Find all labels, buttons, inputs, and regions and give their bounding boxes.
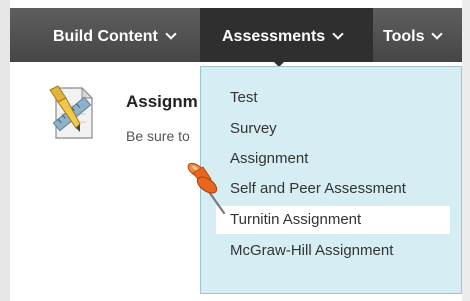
chevron-down-icon xyxy=(165,28,177,40)
tools-label: Tools xyxy=(383,28,425,45)
assignment-ruler-icon xyxy=(49,85,94,139)
chevron-down-icon xyxy=(332,28,344,40)
page-right-edge xyxy=(462,0,470,301)
menu-item-test[interactable]: Test xyxy=(216,84,450,112)
chevron-down-icon xyxy=(431,28,444,40)
build-content-menu-button[interactable]: Build Content xyxy=(53,8,177,62)
menu-item-turnitin-assignment[interactable]: Turnitin Assignment xyxy=(216,206,450,234)
content-item-description: Be sure to xyxy=(126,128,190,144)
content-toolbar: Build Content Assessments Tools xyxy=(10,8,462,62)
content-item-title[interactable]: Assignm xyxy=(126,92,198,112)
menu-item-assignment[interactable]: Assignment xyxy=(216,145,450,173)
menu-item-self-and-peer-assessment[interactable]: Self and Peer Assessment xyxy=(216,175,450,203)
menu-item-survey[interactable]: Survey xyxy=(216,115,450,143)
tools-menu-button[interactable]: Tools xyxy=(383,8,444,62)
pushpin-icon xyxy=(187,162,226,215)
menu-item-mcgraw-hill-assignment[interactable]: McGraw-Hill Assignment xyxy=(216,237,450,265)
assessments-menu-button[interactable]: Assessments xyxy=(200,8,373,62)
assessments-label: Assessments xyxy=(222,28,326,45)
build-content-label: Build Content xyxy=(53,28,158,45)
assessments-dropdown-menu: Test Survey Assignment Self and Peer Ass… xyxy=(200,66,462,294)
page-left-edge xyxy=(0,0,10,301)
